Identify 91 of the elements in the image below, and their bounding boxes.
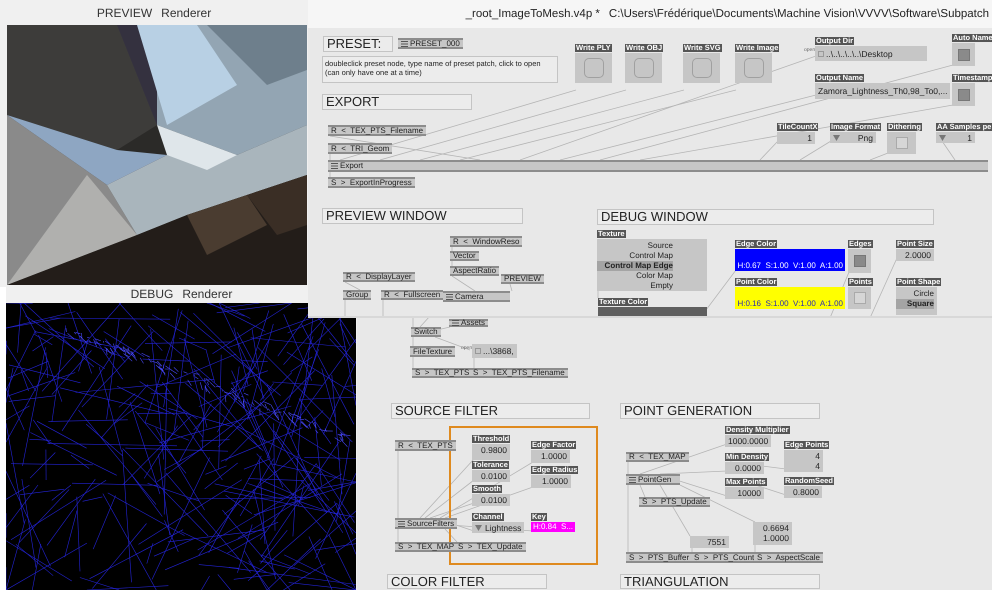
subpatch-icon [331,163,338,169]
subpatch-icon [401,40,408,46]
patch-node[interactable]: S > TEX_PTS_Filename [470,368,568,378]
color-field[interactable]: H:0.67 S:1.00 V:1.00 A:1.00 [735,249,845,271]
section-comment: COLOR FILTER [387,574,547,589]
value-field[interactable]: 2.0000 [896,249,934,261]
list-option[interactable]: Empty [597,281,673,291]
patch-node[interactable]: Vector [450,251,479,261]
section-comment: POINT GENERATION [620,403,820,419]
patch-node[interactable]: R < TEX_MAP [626,452,689,462]
patch-node[interactable]: R < Fullscreen [381,290,444,300]
section-comment: PRESET: [323,36,393,52]
section-comment: EXPORT [322,94,472,110]
patch-node[interactable]: R < TEX_PTS [395,440,456,451]
toggle[interactable] [848,287,871,309]
value-field[interactable]: 7551 [690,536,729,548]
subpatch-icon [452,320,459,326]
patch-node[interactable]: FileTexture [410,346,456,357]
value-field[interactable]: 10000 [725,487,764,499]
patch-node[interactable]: R < TEX_PTS_Filename [328,125,426,136]
value-field[interactable]: 1000.0000 [725,435,772,447]
patch-node[interactable]: PRESET_000 [398,38,463,49]
file-path: C:\Users\Frédérique\Documents\Machine Vision\VVVV\Software\Subpatch [608,8,989,20]
patch-node[interactable]: Assets [449,319,488,327]
value-field[interactable]: 0.0100 [472,470,510,482]
patch-node[interactable]: R < TRI_Geom [328,143,392,154]
patch-node[interactable]: S > TEX_PTS [412,368,472,378]
value-field[interactable]: 1.0000 [531,475,571,488]
window-title: _root_ImageToMesh.v4p * [466,8,600,20]
list-option[interactable]: Source [597,241,673,251]
patch-node[interactable]: Export [328,160,988,172]
enum-dropdown[interactable]: Lightness [472,522,524,533]
patch-node[interactable]: S > TEX_Update [455,542,526,552]
color-field[interactable]: H:0.16 S:1.00 V:1.00 A:1.00 [735,287,845,309]
subpatch-icon [629,476,636,482]
value-field[interactable]: 1 [777,132,815,144]
bang-button[interactable] [575,53,612,83]
section-comment: PREVIEW WINDOW [322,208,523,224]
subpatch-icon [398,520,405,526]
patch-node[interactable]: Group [343,290,372,300]
color-field[interactable] [598,307,707,316]
patch-node[interactable]: PREVIEW [501,274,544,284]
list-option[interactable]: Circle [896,289,934,299]
value-field[interactable]: 0.6694 1.0000 [753,522,792,545]
list-option[interactable]: Control Map [597,251,673,261]
window-title: PREVIEW [96,6,152,20]
toggle[interactable] [887,132,916,154]
value-field[interactable]: 0.9800 [472,444,510,460]
list-option[interactable]: Color Map [597,271,673,281]
value-field[interactable]: 0.0000 [725,462,764,474]
caret-icon [939,134,946,140]
subpatch-icon [446,294,453,300]
enum-dropdown[interactable]: 1 [936,132,975,143]
patch-node[interactable]: S > PTS_Buffer [626,552,692,563]
square-icon [475,348,481,354]
value-field[interactable]: 1.0000 [531,450,570,463]
patch-node[interactable]: R < DisplayLayer [343,272,415,282]
value-field[interactable]: 4 4 [784,450,823,472]
patch-node[interactable]: R < WindowReso [450,236,522,247]
window-title: DEBUG [130,287,174,301]
section-comment: DEBUG WINDOW [597,209,934,225]
patch-node[interactable]: S > PTS_Update [639,497,710,507]
patch-node[interactable]: S > AspectScale [754,552,823,563]
section-comment: SOURCE FILTER [391,403,590,419]
text-field[interactable]: Zamora_Lightness_Th0,98_To0,... [815,83,950,99]
patch-node[interactable]: S > TEX_MAP [395,542,458,552]
window-subtitle: Renderer [182,287,232,301]
caret-icon [475,524,482,530]
enum-dropdown[interactable]: Png [830,132,876,143]
bang-button[interactable] [735,53,772,83]
value-field[interactable]: 0.0100 [472,494,510,506]
list-option[interactable]: Control Map Edge [597,261,673,271]
toggle[interactable] [952,43,975,66]
text-field[interactable]: ..\..\..\..\..\Desktop [815,46,927,61]
toggle[interactable] [952,83,975,106]
square-icon [818,50,824,56]
patch-node[interactable]: PointGen [626,474,680,485]
patch-node[interactable]: SourceFilters [395,518,458,529]
caret-icon [833,134,840,140]
value-field[interactable]: 0.8000 [784,486,822,498]
patch-node[interactable]: AspectRatio [450,266,500,276]
toggle[interactable] [848,249,871,273]
patch-node[interactable]: Camera [443,291,510,302]
section-comment: TRIANGULATION [620,574,820,589]
patch-node[interactable]: Switch [411,327,441,337]
patch-node[interactable]: S > ExportInProgress [328,177,415,188]
bang-button[interactable] [625,53,662,83]
window-subtitle: Renderer [161,6,212,20]
bang-button[interactable] [683,53,720,83]
list-option[interactable]: Square [896,299,934,309]
text-field[interactable]: ...\3868, [472,344,517,358]
